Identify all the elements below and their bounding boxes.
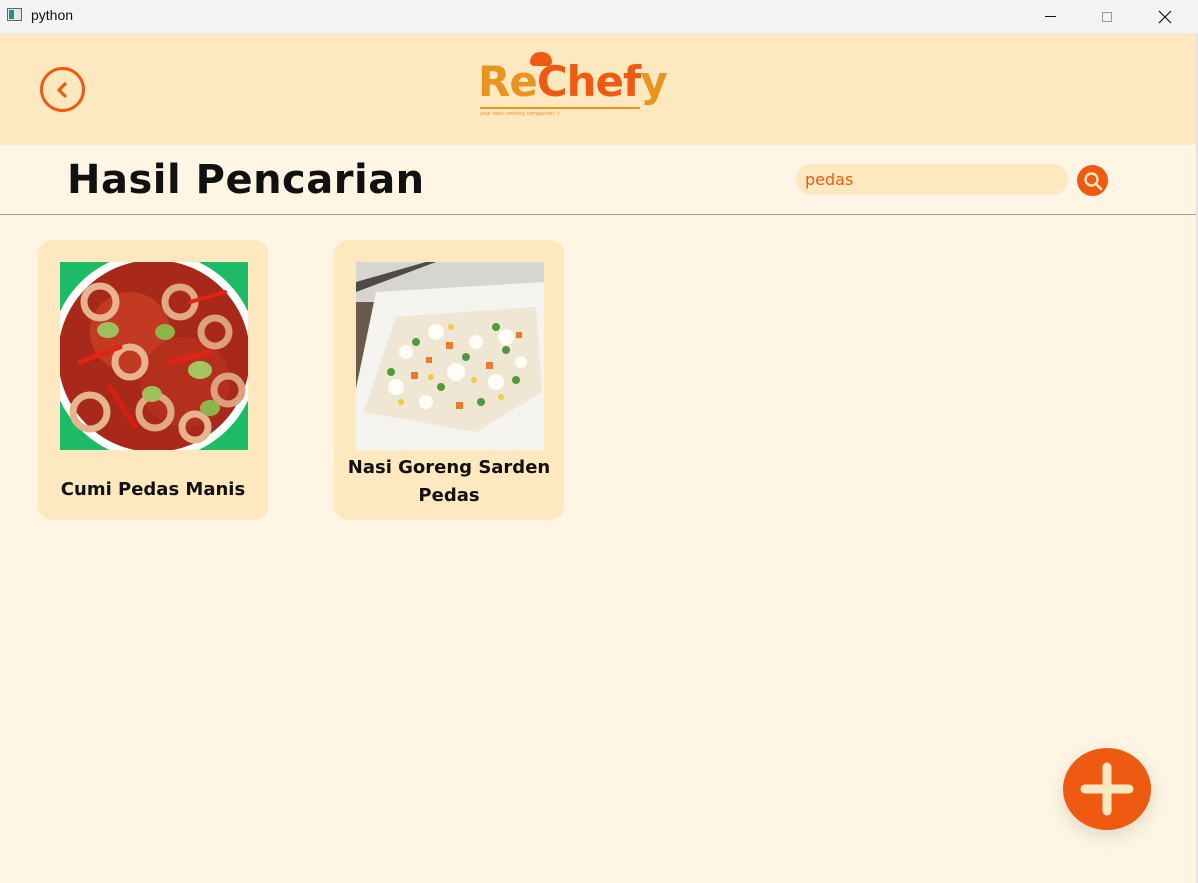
add-recipe-button[interactable] bbox=[1063, 748, 1151, 830]
maximize-icon bbox=[1102, 11, 1112, 22]
search-icon bbox=[1083, 171, 1102, 190]
recipe-title: Nasi Goreng Sarden Pedas bbox=[347, 457, 551, 506]
logo-part-chef: Chef bbox=[536, 57, 641, 106]
logo-wordmark: ReChefy bbox=[478, 57, 668, 106]
nasi-goreng-photo bbox=[356, 262, 544, 450]
plus-icon bbox=[1080, 762, 1134, 816]
window-titlebar: python bbox=[0, 0, 1198, 34]
recipe-title: Cumi Pedas Manis bbox=[60, 479, 246, 500]
chevron-left-circle-icon bbox=[56, 81, 67, 98]
search-button[interactable] bbox=[1077, 165, 1108, 196]
search-input[interactable] bbox=[796, 164, 1068, 195]
app-window-icon bbox=[7, 8, 22, 21]
window-title: python bbox=[31, 7, 74, 23]
logo-part-y: y bbox=[640, 57, 667, 106]
logo-underline bbox=[480, 107, 640, 109]
rechefy-logo: ReChefy your best cooking companion :) bbox=[478, 52, 668, 120]
close-window-button[interactable] bbox=[1142, 0, 1188, 33]
back-button[interactable] bbox=[40, 67, 85, 112]
cumi-pedas-manis-photo bbox=[60, 262, 248, 450]
logo-part-re: Re bbox=[478, 57, 538, 106]
minimize-button[interactable] bbox=[1027, 0, 1073, 33]
recipe-card[interactable]: Cumi Pedas Manis bbox=[38, 240, 268, 520]
logo-tagline: your best cooking companion :) bbox=[480, 111, 560, 117]
recipe-card[interactable]: Nasi Goreng Sarden Pedas bbox=[334, 240, 564, 520]
page-title: Hasil Pencarian bbox=[67, 157, 425, 203]
maximize-button[interactable] bbox=[1084, 0, 1130, 33]
minimize-icon bbox=[1044, 16, 1056, 17]
close-icon bbox=[1158, 10, 1172, 23]
